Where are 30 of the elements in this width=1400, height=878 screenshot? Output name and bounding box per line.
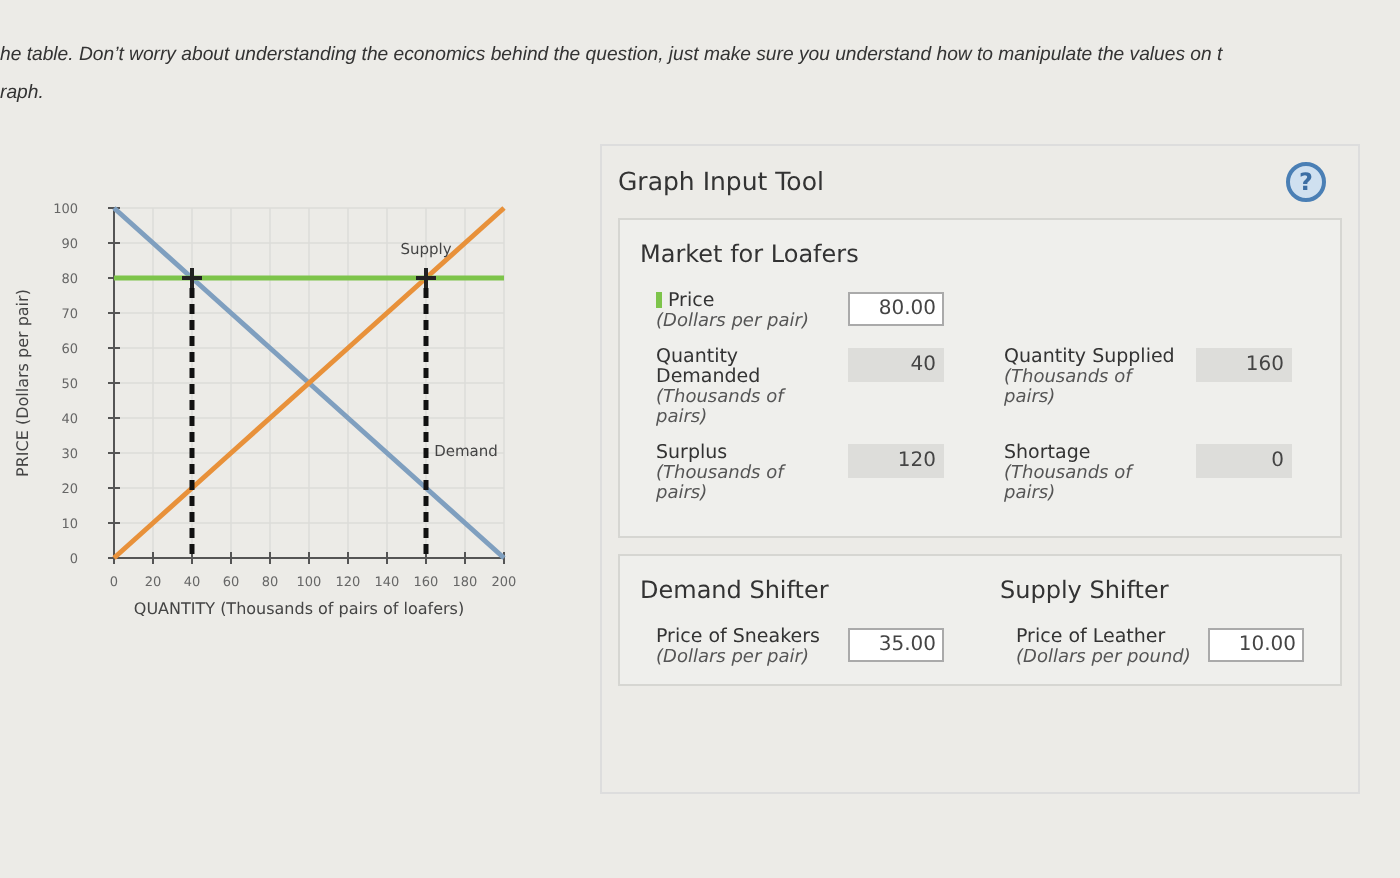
field-label: Surplus [654, 444, 730, 464]
field-label: Quantity Supplied [1002, 348, 1177, 368]
field-label: Quantity Demanded [654, 348, 763, 388]
unit-label: (Thousands of pairs) [654, 388, 788, 428]
output-field[interactable]: 120 [848, 444, 944, 478]
instruction-text: raph. [0, 80, 44, 108]
panel-title: Demand Shifter [640, 574, 831, 608]
instruction-text: he table. Don’t worry about understanding the economics behind the question, just make sure you understand how to manipulate the values on t [0, 42, 1223, 70]
unit-label: (Dollars per pound) [1014, 648, 1193, 668]
unit-label: (Thousands of pairs) [654, 464, 788, 504]
help-button[interactable]: ? [1286, 162, 1326, 202]
unit-label: (Dollars per pair) [654, 312, 811, 332]
input-field[interactable]: 10.00 [1208, 628, 1304, 662]
tool-title: Graph Input Tool [618, 163, 824, 200]
x-axis-title: QUANTITY (Thousands of pairs of loafers) [133, 600, 465, 618]
output-field[interactable]: 0 [1196, 444, 1292, 478]
field-label: Price [640, 292, 840, 312]
unit-label: (Dollars per pair) [654, 648, 811, 668]
field-label: Price of Sneakers [654, 628, 822, 648]
output-field[interactable]: 40 [848, 348, 944, 382]
unit-label: (Thousands of pairs) [1002, 464, 1136, 504]
panel-title: Market for Loafers [640, 238, 861, 272]
panel-title: Supply Shifter [1000, 574, 1171, 608]
input-field[interactable]: 35.00 [848, 628, 944, 662]
input-field[interactable]: 80.00 [848, 292, 944, 326]
field-label: Shortage [1002, 444, 1093, 464]
field-label: Price of Leather [1014, 628, 1168, 648]
output-field[interactable]: 160 [1196, 348, 1292, 382]
y-axis-title: PRICE (Dollars per pair) [14, 289, 32, 477]
unit-label: (Thousands of pairs) [1002, 368, 1136, 408]
